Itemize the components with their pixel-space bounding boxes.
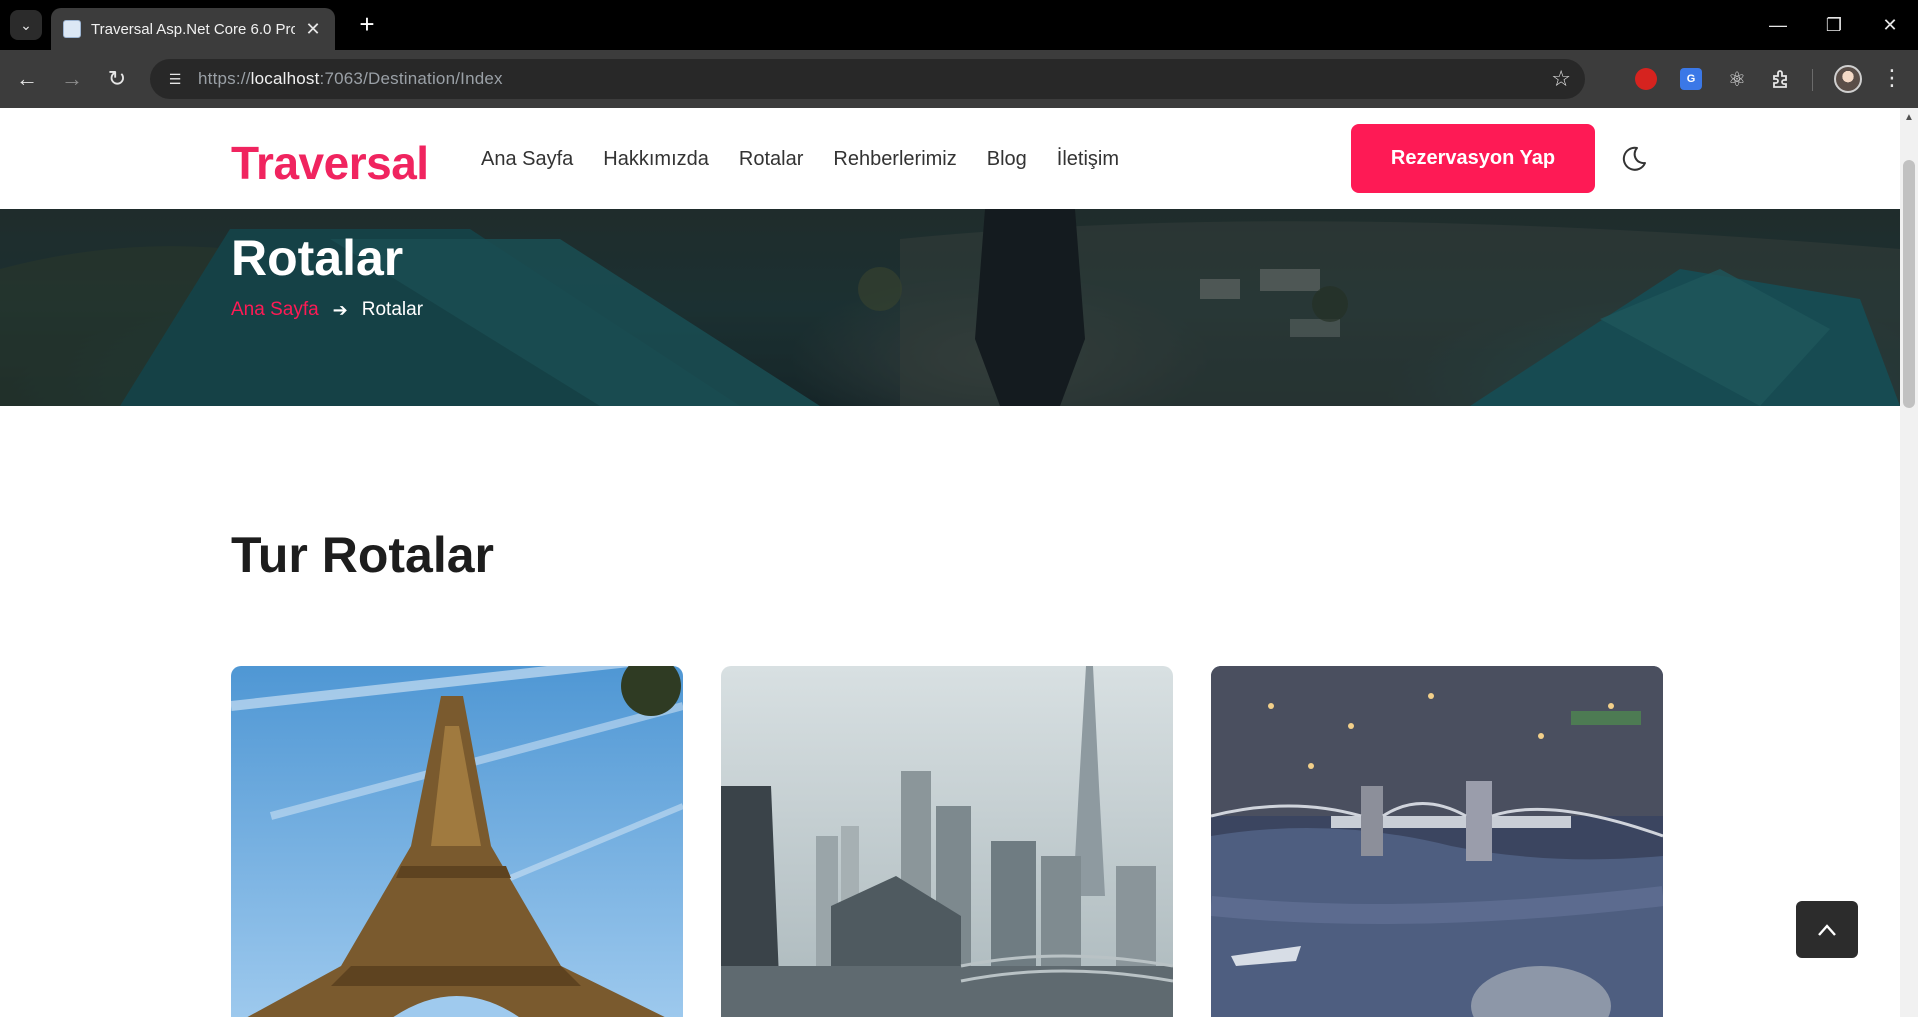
extensions-puzzle-icon[interactable] — [1768, 66, 1794, 92]
page-viewport: Traversal Ana Sayfa Hakkımızda Rotalar R… — [0, 108, 1900, 1017]
tab-title: Traversal Asp.Net Core 6.0 Proje — [91, 20, 295, 38]
browser-tab-active[interactable]: Traversal Asp.Net Core 6.0 Proje ✕ — [51, 8, 335, 50]
main-nav: Ana Sayfa Hakkımızda Rotalar Rehberlerim… — [481, 148, 1119, 171]
eiffel-tower-photo — [231, 666, 683, 1017]
toolbar-divider — [1812, 69, 1813, 91]
new-tab-plus-icon[interactable]: + — [352, 10, 382, 40]
page-favicon-icon — [63, 20, 81, 38]
tab-search-chevron-icon[interactable]: ⌄ — [10, 10, 42, 40]
chevron-up-icon — [1818, 923, 1836, 936]
forward-arrow-icon[interactable]: → — [55, 62, 89, 96]
destination-card-paris[interactable] — [231, 666, 683, 1017]
nav-item-blog[interactable]: Blog — [987, 148, 1027, 171]
site-header: Traversal Ana Sayfa Hakkımızda Rotalar R… — [0, 108, 1900, 209]
nav-item-iletisim[interactable]: İletişim — [1057, 148, 1119, 171]
url-text[interactable]: https://localhost:7063/Destination/Index — [198, 69, 503, 89]
react-devtools-icon[interactable]: ⚛ — [1724, 66, 1750, 92]
profile-avatar[interactable] — [1834, 65, 1862, 93]
reservation-button[interactable]: Rezervasyon Yap — [1351, 124, 1595, 193]
scroll-to-top-button[interactable] — [1796, 901, 1858, 958]
destination-card-dubai[interactable] — [721, 666, 1173, 1017]
browser-toolbar: ← → ↻ ☰ https://localhost:7063/Destinati… — [0, 50, 1918, 108]
minimize-icon[interactable]: — — [1750, 0, 1806, 50]
dubai-skyline-photo — [721, 666, 1173, 1017]
scrollbar-thumb[interactable] — [1903, 160, 1915, 408]
browser-menu-kebab-icon[interactable]: ⋮ — [1880, 65, 1904, 91]
page-title: Rotalar — [231, 230, 404, 286]
moon-icon[interactable] — [1618, 144, 1648, 174]
restore-icon[interactable]: ❐ — [1806, 0, 1862, 50]
window-controls: — ❐ ✕ — [1750, 0, 1918, 50]
destination-card-london[interactable] — [1211, 666, 1663, 1017]
close-window-icon[interactable]: ✕ — [1862, 0, 1918, 50]
nav-item-rotalar[interactable]: Rotalar — [739, 148, 803, 171]
nav-item-ana-sayfa[interactable]: Ana Sayfa — [481, 148, 573, 171]
nav-item-hakkimizda[interactable]: Hakkımızda — [603, 148, 709, 171]
destination-cards — [231, 666, 1663, 1017]
page-scrollbar[interactable]: ▲ — [1900, 108, 1918, 1017]
arrow-right-icon: ➔ — [332, 299, 348, 320]
page-banner: Rotalar Ana Sayfa ➔ Rotalar — [0, 209, 1900, 406]
breadcrumb: Ana Sayfa ➔ Rotalar — [231, 299, 423, 321]
translate-extension-icon[interactable]: G — [1680, 68, 1702, 90]
site-info-icon[interactable]: ☰ — [164, 68, 186, 90]
scroll-up-arrow-icon[interactable]: ▲ — [1904, 112, 1914, 123]
section-title: Tur Rotalar — [231, 527, 494, 583]
close-tab-icon[interactable]: ✕ — [303, 19, 323, 40]
address-bar[interactable]: ☰ https://localhost:7063/Destination/Ind… — [150, 59, 1585, 99]
site-logo[interactable]: Traversal — [231, 136, 429, 190]
breadcrumb-current: Rotalar — [361, 299, 424, 320]
breadcrumb-home-link[interactable]: Ana Sayfa — [231, 299, 319, 321]
browser-tab-bar: ⌄ Traversal Asp.Net Core 6.0 Proje ✕ + —… — [0, 0, 1918, 50]
reload-icon[interactable]: ↻ — [100, 62, 134, 96]
back-arrow-icon[interactable]: ← — [10, 62, 44, 96]
nav-item-rehberlerimiz[interactable]: Rehberlerimiz — [833, 148, 956, 171]
bookmark-star-icon[interactable]: ☆ — [1551, 68, 1571, 90]
london-tower-bridge-photo — [1211, 666, 1663, 1017]
extension-red-icon[interactable] — [1635, 68, 1657, 90]
